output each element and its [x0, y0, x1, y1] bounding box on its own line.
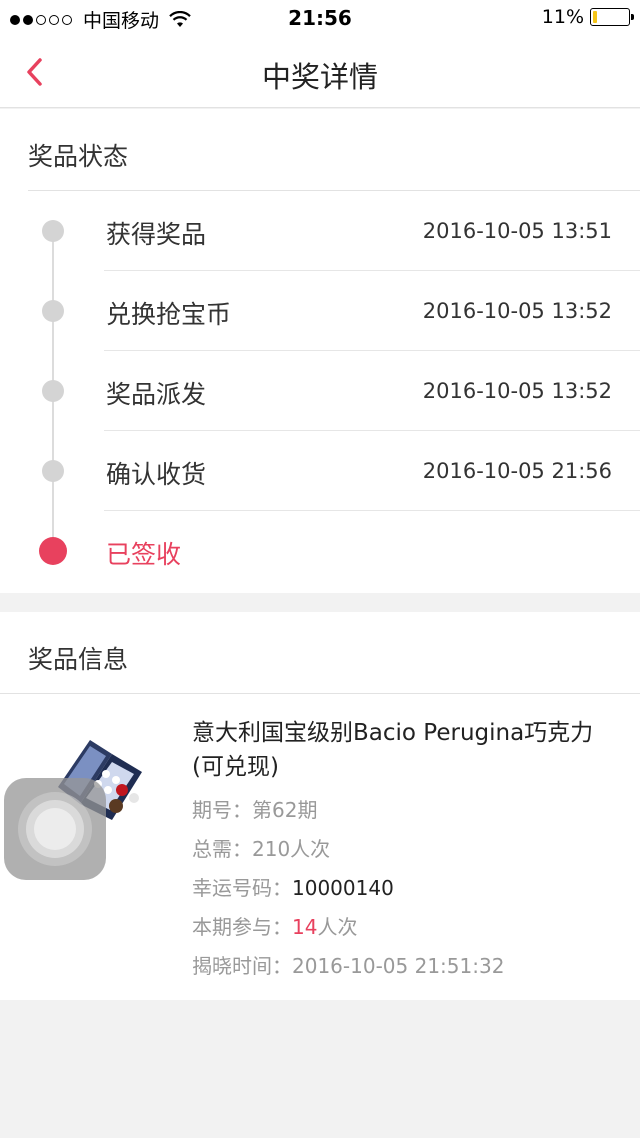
prize-info-section: 奖品信息 意大利国宝级别Bacio Perugina巧克力(可兑现) 期号：第6…: [0, 612, 640, 1000]
info-total: 总需：210人次: [192, 833, 330, 862]
timeline-dot: [42, 380, 64, 402]
product-name[interactable]: 意大利国宝级别Bacio Perugina巧克力(可兑现): [192, 716, 612, 784]
status-bar-right: 11%: [541, 6, 634, 28]
timeline-dot-active: [39, 537, 67, 565]
timeline-step-label: 奖品派发: [106, 380, 207, 409]
lucky-value: 10000140: [292, 876, 394, 900]
timeline-step: 兑换抢宝币 2016-10-05 13:52: [0, 271, 640, 351]
timeline-step-label: 确认收货: [106, 460, 207, 489]
timeline-step-time: 2016-10-05 13:51: [422, 219, 612, 243]
page-title: 中奖详情: [261, 60, 378, 94]
info-participation: 本期参与：14人次: [192, 911, 357, 940]
info-period: 期号：第62期: [192, 794, 317, 823]
battery-percent: 11%: [541, 6, 584, 28]
period-label: 期号：: [192, 798, 252, 822]
timeline-step-time: 2016-10-05 21:56: [422, 459, 612, 483]
timeline-step: 获得奖品 2016-10-05 13:51: [0, 191, 640, 271]
timeline-step-label: 已签收: [106, 540, 182, 569]
timeline-step-current: 已签收: [0, 511, 640, 591]
battery-icon: [590, 8, 634, 26]
navigation-bar: 中奖详情: [0, 36, 640, 108]
total-label: 总需：: [192, 837, 252, 861]
timeline-dot: [42, 300, 64, 322]
prize-info-header: 奖品信息: [28, 645, 129, 674]
info-reveal-time: 揭晓时间：2016-10-05 21:51:32: [192, 950, 504, 979]
reveal-value: 2016-10-05 21:51:32: [292, 954, 505, 978]
period-value: 第62期: [252, 798, 318, 822]
lucky-label: 幸运号码：: [192, 876, 292, 900]
timeline-step-time: 2016-10-05 13:52: [422, 379, 612, 403]
reveal-label: 揭晓时间：: [192, 954, 292, 978]
participation-label: 本期参与：: [192, 915, 292, 939]
timeline-step-label: 兑换抢宝币: [106, 300, 232, 329]
timeline-step-label: 获得奖品: [106, 220, 207, 249]
timeline-dot: [42, 220, 64, 242]
info-lucky-number: 幸运号码：10000140: [192, 872, 394, 901]
status-bar: 中国移动 21:56 11%: [0, 0, 640, 36]
timeline-step-time: 2016-10-05 13:52: [422, 299, 612, 323]
participation-count: 14: [292, 915, 318, 939]
participation-unit: 人次: [317, 915, 358, 939]
total-value: 210人次: [252, 837, 331, 861]
timeline-step: 奖品派发 2016-10-05 13:52: [0, 351, 640, 431]
timeline-step: 确认收货 2016-10-05 21:56: [0, 431, 640, 511]
timeline-dot: [42, 460, 64, 482]
divider: [0, 693, 640, 694]
prize-status-section: 奖品状态 获得奖品 2016-10-05 13:51 兑换抢宝币 2016-10…: [0, 109, 640, 593]
assistive-touch-button[interactable]: [4, 778, 106, 880]
prize-status-header: 奖品状态: [28, 142, 129, 171]
